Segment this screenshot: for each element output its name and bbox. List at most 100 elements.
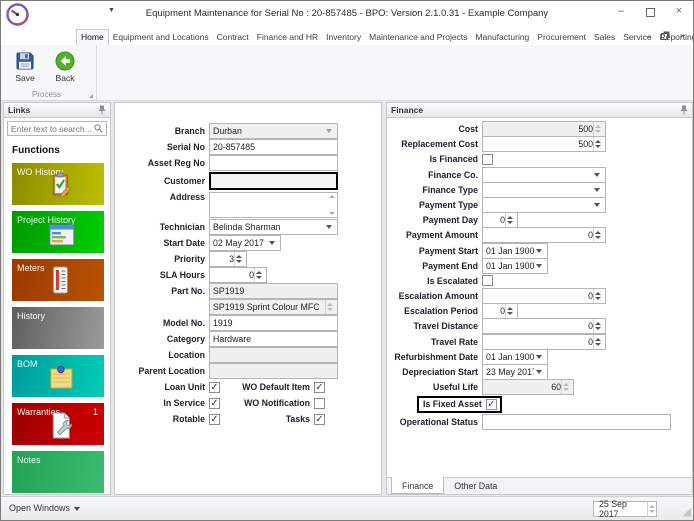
- travel-rate-spinner[interactable]: 0: [482, 333, 606, 350]
- model-no-label: Model No.: [162, 318, 205, 328]
- spinner-arrows-icon[interactable]: [647, 502, 656, 516]
- resize-grip-icon[interactable]: ◢: [683, 505, 691, 518]
- technician-dropdown[interactable]: Belinda Sharman: [209, 219, 338, 235]
- textbox-scroll-icons[interactable]: [329, 195, 335, 215]
- save-button[interactable]: Save: [7, 49, 43, 83]
- spinner-arrows-icon[interactable]: [593, 334, 602, 349]
- chevron-down-icon: [267, 236, 277, 250]
- spinner-arrows-icon[interactable]: [505, 213, 514, 228]
- tile-history[interactable]: History: [12, 307, 104, 349]
- customer-input-highlighted[interactable]: [209, 172, 338, 190]
- spinner-arrows-icon[interactable]: [234, 252, 243, 266]
- is-escalated-checkbox[interactable]: [482, 275, 493, 287]
- is-fixed-asset-checkbox[interactable]: ✓: [485, 398, 497, 410]
- field-row-payment-day: Payment Day 0: [387, 212, 692, 229]
- spinner-arrows-icon[interactable]: [593, 137, 602, 152]
- depreciation-start-dropdown[interactable]: 23 May 2017: [482, 364, 548, 380]
- escalation-amount-spinner[interactable]: 0: [482, 288, 606, 305]
- tab-manufacturing[interactable]: Manufacturing: [471, 30, 533, 45]
- pin-icon[interactable]: [98, 105, 106, 115]
- part-description-field[interactable]: SP1919 Sprint Colour MFC: [209, 299, 338, 315]
- spinner-arrows-icon: [561, 380, 570, 395]
- pin-icon[interactable]: [680, 105, 688, 115]
- loan-unit-checkbox[interactable]: ✓: [209, 381, 220, 393]
- tab-finance-and-hr[interactable]: Finance and HR: [253, 30, 322, 45]
- warranty-document-wrench-icon: [52, 412, 72, 439]
- tab-procurement[interactable]: Procurement: [533, 30, 590, 45]
- minimize-button[interactable]: –: [613, 5, 629, 20]
- search-input[interactable]: [11, 123, 94, 134]
- tab-equipment-and-locations[interactable]: Equipment and Locations: [109, 30, 213, 45]
- mdi-minimize-button[interactable]: –: [646, 31, 651, 41]
- tab-finance-bottom[interactable]: Finance: [391, 477, 445, 494]
- is-financed-checkbox[interactable]: [482, 153, 493, 165]
- useful-life-spinner[interactable]: 60: [482, 379, 574, 396]
- field-row-technician: Technician Belinda Sharman: [115, 219, 381, 235]
- open-windows-dropdown[interactable]: Open Windows: [9, 503, 81, 513]
- priority-spinner[interactable]: 3: [209, 251, 247, 267]
- payment-day-spinner[interactable]: 0: [482, 212, 518, 229]
- tile-wo-history[interactable]: WO History: [12, 163, 104, 205]
- is-financed-label: Is Financed: [429, 154, 478, 165]
- operational-status-input[interactable]: [482, 413, 671, 430]
- field-row-address: Address: [115, 192, 381, 218]
- payment-end-dropdown[interactable]: 01 Jan 1900: [482, 257, 548, 274]
- back-button[interactable]: Back: [47, 49, 83, 83]
- chevron-down-icon: [592, 198, 602, 212]
- tab-sales[interactable]: Sales: [590, 30, 619, 45]
- finance-co-dropdown[interactable]: [482, 166, 606, 183]
- in-service-checkbox[interactable]: ✓: [209, 397, 220, 409]
- wo-notification-checkbox[interactable]: [314, 397, 325, 409]
- model-no-field[interactable]: 1919: [209, 315, 338, 331]
- tab-contract[interactable]: Contract: [213, 30, 253, 45]
- spinner-arrows-icon[interactable]: [593, 319, 602, 334]
- field-row-part-description: SP1919 Sprint Colour MFC: [115, 299, 381, 315]
- start-date-dropdown[interactable]: 02 May 2017: [209, 235, 281, 251]
- parent-location-field[interactable]: [209, 363, 338, 379]
- mdi-close-button[interactable]: ×: [680, 31, 685, 41]
- serial-no-input[interactable]: [209, 139, 338, 155]
- status-bar: Open Windows 25 Sep 2017 ◢: [1, 496, 693, 520]
- tab-other-data[interactable]: Other Data: [444, 478, 507, 494]
- travel-distance-spinner[interactable]: 0: [482, 318, 606, 335]
- payment-start-dropdown[interactable]: 01 Jan 1900: [482, 242, 548, 259]
- cost-spinner[interactable]: 500: [482, 121, 606, 137]
- replacement-cost-spinner[interactable]: 500: [482, 136, 606, 153]
- rotable-checkbox[interactable]: ✓: [209, 413, 220, 425]
- maximize-button[interactable]: [642, 5, 658, 20]
- tab-inventory[interactable]: Inventory: [322, 30, 365, 45]
- location-field[interactable]: [209, 347, 338, 363]
- status-date-spinner[interactable]: 25 Sep 2017: [593, 499, 657, 519]
- finance-type-dropdown[interactable]: [482, 181, 606, 198]
- tile-meters[interactable]: Meters: [12, 259, 104, 301]
- asset-reg-no-input[interactable]: [209, 155, 338, 171]
- search-icon[interactable]: [94, 124, 103, 133]
- part-no-field[interactable]: SP1919: [209, 283, 338, 299]
- close-button[interactable]: ×: [671, 5, 687, 20]
- branch-dropdown[interactable]: Durban: [209, 123, 338, 139]
- wo-default-item-checkbox[interactable]: ✓: [314, 381, 325, 393]
- payment-type-dropdown[interactable]: [482, 196, 606, 213]
- dialog-launcher-icon[interactable]: [89, 94, 93, 98]
- spinner-arrows-icon[interactable]: [254, 268, 263, 282]
- spinner-arrows-icon[interactable]: [593, 289, 602, 304]
- escalation-period-spinner[interactable]: 0: [482, 303, 518, 320]
- address-textarea[interactable]: [209, 192, 338, 218]
- tile-project-history[interactable]: Project History: [12, 211, 104, 253]
- tab-maintenance-and-projects[interactable]: Maintenance and Projects: [365, 30, 471, 45]
- tab-home[interactable]: Home: [76, 29, 109, 45]
- tasks-checkbox[interactable]: ✓: [314, 413, 325, 425]
- mdi-restore-icon[interactable]: [660, 32, 668, 40]
- tile-warranties[interactable]: Warranties 1: [12, 403, 104, 445]
- payment-amount-spinner[interactable]: 0: [482, 227, 606, 244]
- tile-notes[interactable]: Notes: [12, 451, 104, 493]
- category-field[interactable]: Hardware: [209, 331, 338, 347]
- field-row-payment-end: Payment End 01 Jan 1900: [387, 257, 692, 274]
- spinner-arrows-icon[interactable]: [505, 304, 514, 319]
- tile-bom[interactable]: BOM: [12, 355, 104, 397]
- field-row-asset-reg-no: Asset Reg No: [115, 155, 381, 171]
- spinner-arrows-icon[interactable]: [593, 228, 602, 243]
- field-row-operational-status: Operational Status: [387, 413, 692, 430]
- sla-hours-spinner[interactable]: 0: [209, 267, 267, 283]
- refurbishment-date-dropdown[interactable]: 01 Jan 1900: [482, 348, 548, 365]
